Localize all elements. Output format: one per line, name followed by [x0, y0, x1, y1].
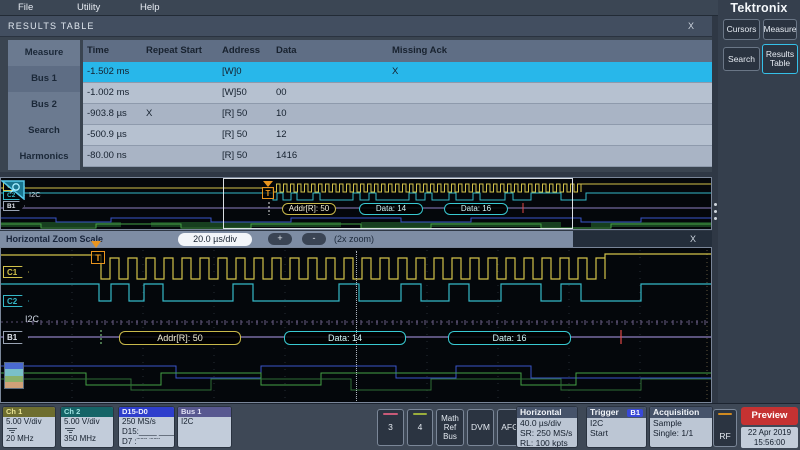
- channel-badge-ch1[interactable]: Ch 1 5.00 V/div 20 MHz: [2, 406, 56, 448]
- digital-group-label[interactable]: [4, 362, 24, 389]
- col-data: Data: [272, 40, 388, 62]
- ch4-color-stripe: [413, 413, 427, 415]
- tab-bus1[interactable]: Bus 1: [8, 66, 80, 92]
- cursors-button[interactable]: Cursors: [723, 19, 760, 40]
- decode-data-box: Data: 14: [284, 331, 406, 345]
- trigger-source-badge: B1: [627, 409, 643, 418]
- date-label: 22 Apr 2019: [741, 428, 798, 438]
- bus-type-label: I2C: [29, 190, 41, 199]
- channel-badge-bus1[interactable]: Bus 1 I2C: [177, 406, 232, 448]
- table-row[interactable]: -1.002 ms [W]50 00: [83, 83, 712, 104]
- tab-bus2[interactable]: Bus 2: [8, 92, 80, 118]
- panel-title: RESULTS TABLE: [8, 21, 95, 31]
- expansion-point-line: [356, 251, 357, 401]
- bus-type-label: I2C: [25, 314, 39, 324]
- decode-data-box: Data: 16: [448, 331, 571, 345]
- zoom-waveform-view: T C1 C2 I2C B1 Addr[R]: 50 Data: 14 Data…: [0, 247, 712, 403]
- table-row[interactable]: -903.8 µs X [R] 50 10: [83, 104, 712, 125]
- measure-button[interactable]: Measure: [763, 19, 797, 40]
- col-time: Time: [83, 40, 142, 62]
- channel-4-button[interactable]: 4: [407, 409, 433, 446]
- tab-harmonics[interactable]: Harmonics: [8, 144, 80, 170]
- table-row[interactable]: -1.502 ms [W]0 X: [83, 62, 712, 83]
- close-icon[interactable]: X: [688, 21, 694, 31]
- zoom-bar-label: Horizontal Zoom Scale: [6, 234, 103, 244]
- table-row[interactable]: -500.9 µs [R] 50 12: [83, 125, 712, 146]
- trigger-position-icon: [91, 241, 101, 248]
- table-row[interactable]: -80.00 ns [R] 50 1416: [83, 146, 712, 167]
- search-button[interactable]: Search: [723, 47, 760, 71]
- acquisition-panel[interactable]: Acquisition Sample Single: 1/1: [649, 406, 713, 448]
- ch3-color-stripe: [383, 413, 398, 415]
- rf-button[interactable]: RF: [713, 409, 737, 447]
- decode-addr-box: Addr[R]: 50: [119, 331, 241, 345]
- col-missing-ack: Missing Ack: [388, 40, 712, 62]
- waveform-overview: C1 C2 I2C B1 T Addr[R]: 50 Data: 14 Data…: [0, 177, 712, 230]
- math-ref-bus-button[interactable]: Math Ref Bus: [436, 409, 464, 446]
- ground-coupling-icon: [7, 428, 18, 434]
- results-table-button[interactable]: Results Table: [762, 44, 798, 74]
- results-table-panel: RESULTS TABLE X Measure Bus 1 Bus 2 Sear…: [0, 16, 712, 172]
- ground-coupling-icon: [65, 428, 76, 434]
- zoom-out-button[interactable]: -: [302, 233, 326, 245]
- dvm-button[interactable]: DVM: [467, 409, 494, 446]
- zoom-scale-value[interactable]: 20.0 µs/div: [178, 233, 252, 246]
- menu-help[interactable]: Help: [140, 2, 160, 13]
- channel-badge-digital[interactable]: D15-D0 250 MS/s D15:____ ____ D7 :¨¨¨¨ ¨…: [118, 406, 175, 448]
- preview-button[interactable]: Preview: [741, 407, 798, 425]
- table-header: Time Repeat Start Address Data Missing A…: [83, 40, 712, 62]
- zoom-close-icon[interactable]: X: [690, 234, 696, 244]
- date-time-display: 22 Apr 2019 15:56:00: [741, 427, 798, 448]
- trigger-panel[interactable]: Trigger B1 I2C Start: [586, 406, 647, 448]
- horizontal-panel[interactable]: Horizontal 40.0 µs/div SR: 250 MS/s RL: …: [516, 406, 578, 448]
- trigger-marker[interactable]: T: [91, 251, 105, 264]
- rf-color-stripe: [718, 413, 732, 415]
- channel-3-button[interactable]: 3: [377, 409, 404, 446]
- status-bar: Ch 1 5.00 V/div 20 MHz Ch 2 5.00 V/div 3…: [0, 403, 800, 450]
- channel-badge-ch2[interactable]: Ch 2 5.00 V/div 350 MHz: [60, 406, 114, 448]
- menu-bar: File Utility Help: [0, 0, 718, 16]
- zoom-in-button[interactable]: +: [268, 233, 292, 245]
- results-table-titlebar: RESULTS TABLE X: [0, 16, 712, 37]
- zoom-window-selector[interactable]: [223, 178, 573, 229]
- results-table-tabs: Measure Bus 1 Bus 2 Search Harmonics: [8, 40, 80, 170]
- oscilloscope-ui: File Utility Help Tektronix Cursors Meas…: [0, 0, 800, 450]
- col-repeat-start: Repeat Start: [142, 40, 218, 62]
- menu-utility[interactable]: Utility: [77, 2, 100, 13]
- menu-file[interactable]: File: [18, 2, 33, 13]
- tab-search[interactable]: Search: [8, 118, 80, 144]
- results-table: Time Repeat Start Address Data Missing A…: [83, 40, 712, 167]
- overflow-menu-icon[interactable]: [712, 203, 719, 220]
- zoom-magnifier-icon[interactable]: [1, 180, 25, 200]
- tektronix-logo: Tektronix: [718, 1, 800, 15]
- time-label: 15:56:00: [741, 438, 798, 448]
- col-address: Address: [218, 40, 272, 62]
- right-sidebar: Tektronix Cursors Measure Search Results…: [718, 0, 800, 403]
- horizontal-zoom-bar: Horizontal Zoom Scale 20.0 µs/div + - (2…: [0, 231, 712, 247]
- zoom-factor-label: (2x zoom): [334, 234, 374, 244]
- tab-measure[interactable]: Measure: [8, 40, 80, 66]
